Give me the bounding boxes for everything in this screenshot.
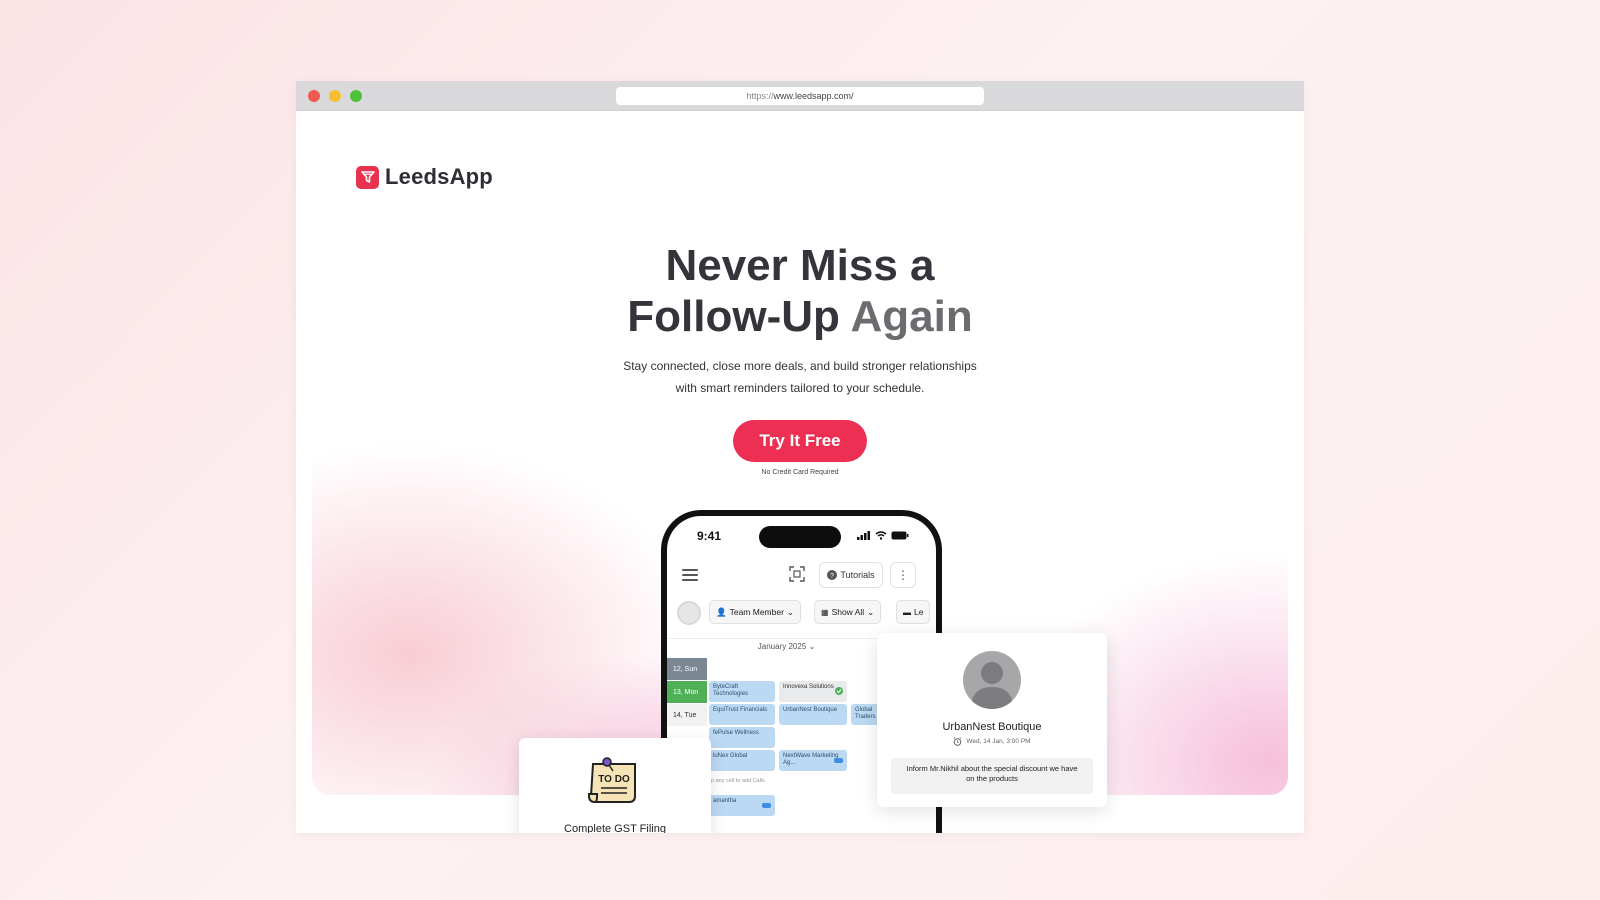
event-nex-global[interactable]: luNex Global [709, 750, 775, 771]
app-toolbar: ? Tutorials ⋮ [667, 560, 936, 590]
brand-name: LeedsApp [385, 164, 493, 189]
leads-label: Le [914, 607, 924, 617]
folder-icon: ▬ [903, 607, 911, 617]
contact-reminder-card[interactable]: UrbanNest Boutique Wed, 14 Jan, 3:00 PM … [877, 633, 1107, 807]
dynamic-island [759, 526, 841, 548]
add-call-hint: p any cell to add Calls [711, 778, 765, 784]
status-time: 9:41 [697, 529, 722, 543]
event-innovexa[interactable]: Innovexa Solutions [779, 681, 847, 702]
more-options-icon[interactable]: ⋮ [890, 562, 916, 588]
todo-title: Complete GST Filing [564, 823, 666, 833]
todo-icon-text: TO DO [598, 774, 630, 785]
day-label: 12, Sun [667, 658, 707, 680]
headline-accent: Again [850, 292, 973, 341]
status-icons [857, 531, 909, 540]
alarm-clock-icon [954, 737, 962, 746]
grid-icon: ▦ [821, 607, 829, 617]
tutorials-label: Tutorials [840, 570, 875, 580]
event-urbannest[interactable]: UrbanNest Boutique [779, 704, 847, 725]
badge-icon [762, 803, 771, 808]
show-all-filter[interactable]: ▦ Show All ⌄ [814, 600, 882, 624]
url-scheme: https:// [746, 91, 774, 101]
brand-logo[interactable]: LeedsApp [356, 164, 493, 190]
event-bytecraft[interactable]: ByteCraft Technologies [709, 681, 775, 702]
svg-text:?: ? [830, 573, 834, 580]
chevron-down-icon: ⌄ [786, 606, 795, 617]
event-equitrust[interactable]: EquiTrust Financials [709, 704, 775, 725]
signal-icon [857, 531, 870, 540]
headline-line1: Never Miss a [665, 241, 935, 290]
reminder-note: Inform Mr.Nikhil about the special disco… [891, 758, 1093, 794]
close-window-button[interactable] [308, 90, 320, 102]
leads-filter[interactable]: ▬ Le [896, 600, 931, 624]
event-pulse-wellness[interactable]: fePulse Wellness [709, 727, 775, 748]
try-it-free-button[interactable]: Try It Free [733, 420, 867, 462]
url-host: www.leedsapp.com/ [773, 91, 854, 101]
event-samantha-label: amantha [713, 798, 737, 804]
scan-icon[interactable] [789, 566, 805, 582]
hero-subtext: Stay connected, close more deals, and bu… [296, 355, 1304, 399]
browser-titlebar: https://www.leedsapp.com/ [296, 81, 1304, 111]
month-label: January 2025 [757, 642, 807, 651]
wifi-icon [875, 531, 887, 540]
help-icon: ? [827, 570, 838, 580]
no-credit-card-note: No Credit Card Required [761, 469, 839, 476]
person-silhouette-icon [971, 662, 1013, 709]
todo-note-icon: TO DO [588, 757, 636, 803]
avatar [963, 651, 1021, 709]
menu-icon[interactable] [682, 569, 698, 581]
check-icon [835, 687, 843, 695]
reminder-time-label: Wed, 14 Jan, 3:00 PM [966, 738, 1031, 745]
tutorials-button[interactable]: ? Tutorials [819, 562, 883, 588]
event-nextwave-label: NextWave Marketing Ag... [783, 753, 839, 766]
minimize-window-button[interactable] [329, 90, 341, 102]
browser-window: https://www.leedsapp.com/ LeedsApp Never… [296, 81, 1304, 833]
funnel-icon [356, 165, 379, 189]
badge-icon [834, 758, 843, 763]
address-bar[interactable]: https://www.leedsapp.com/ [616, 87, 984, 105]
battery-icon [891, 531, 909, 540]
contact-name: UrbanNest Boutique [942, 721, 1042, 733]
chevron-down-icon: ⌄ [867, 606, 875, 617]
event-nextwave[interactable]: NextWave Marketing Ag... [779, 750, 847, 771]
event-innovexa-label: Innovexa Solutions [783, 684, 834, 690]
filter-bar: 👤 Team Member ⌄ ▦ Show All ⌄ ▬ Le [667, 600, 936, 626]
headline-line2-main: Follow-Up [627, 292, 840, 341]
team-member-label: Team Member [729, 607, 784, 617]
event-samantha[interactable]: amantha [709, 795, 775, 816]
avatar[interactable] [677, 601, 701, 625]
show-all-label: Show All [831, 607, 865, 617]
reminder-time: Wed, 14 Jan, 3:00 PM [877, 737, 1107, 746]
todo-card[interactable]: TO DO Complete GST Filing [519, 738, 711, 833]
team-member-filter[interactable]: 👤 Team Member ⌄ [709, 600, 802, 624]
subtext-line2: with smart reminders tailored to your sc… [675, 381, 925, 395]
landing-page: LeedsApp Never Miss a Follow-Up Again St… [296, 111, 1304, 833]
subtext-line1: Stay connected, close more deals, and bu… [623, 359, 977, 373]
day-label: 14, Tue [667, 704, 707, 726]
person-icon: 👤 [716, 606, 727, 617]
hero-headline: Never Miss a Follow-Up Again [296, 240, 1304, 342]
day-label: 13, Mon [667, 681, 707, 703]
maximize-window-button[interactable] [350, 90, 362, 102]
